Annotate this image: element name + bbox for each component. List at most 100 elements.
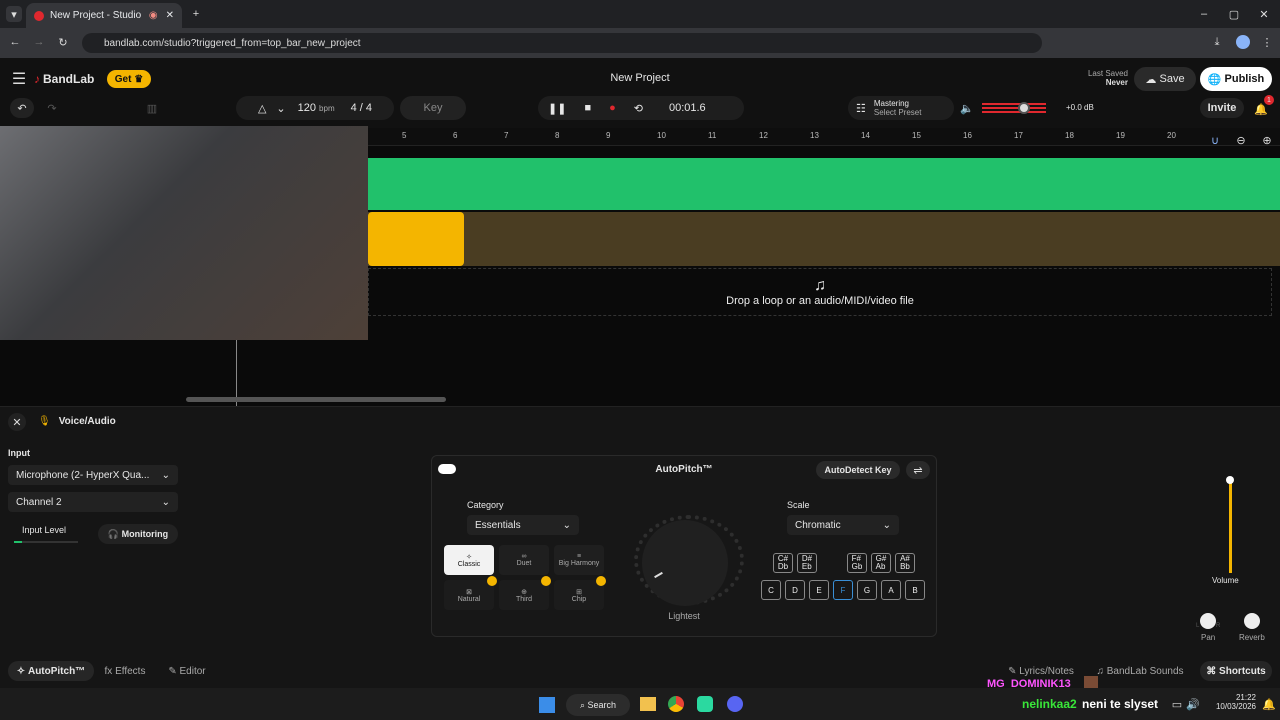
audio-clip-yellow[interactable] [368,212,464,266]
discord-icon[interactable] [727,696,743,712]
last-saved-label: Last Saved [1087,69,1128,78]
shortcuts-button[interactable]: ⌘ Shortcuts [1200,661,1272,681]
minimize-icon[interactable]: – [1196,6,1212,22]
network-icon[interactable]: ▭ [1170,697,1184,711]
scale-select[interactable]: Chromatic ⌄ [787,515,899,535]
url-field[interactable]: bandlab.com/studio?triggered_from=top_ba… [82,33,1042,53]
invite-button[interactable]: Invite [1200,98,1244,118]
preset-duet[interactable]: ∞ Duet [499,545,549,575]
bandlab-logo[interactable]: ♪ BandLab [34,72,94,86]
ruler-tick: 15 [912,131,921,140]
close-panel-icon[interactable]: ✕ [8,413,26,431]
pen-icon: ✎ [1008,665,1017,677]
key-a[interactable]: A [881,580,901,600]
menu-dots-icon[interactable]: ⋮ [1260,35,1274,49]
profile-avatar[interactable] [1236,35,1250,49]
timeline-ruler[interactable]: 5 6 7 8 9 10 11 12 13 14 15 16 17 18 19 20 [368,128,1280,146]
browser-tab[interactable]: New Project - Studio ◉ ✕ [26,3,182,28]
autopitch-toggle[interactable] [438,464,456,474]
correction-knob[interactable] [642,520,728,606]
zoom-out-icon[interactable]: ⊖ [1234,133,1248,147]
save-button[interactable]: ☁ Save [1134,67,1196,91]
reload-icon[interactable]: ↻ [56,35,70,49]
time-display: 00:01.6 [668,102,706,114]
magnet-icon[interactable]: ∪ [1208,133,1222,147]
metronome-icon[interactable]: △ [258,102,266,115]
chevron-down-icon[interactable]: ⌄ [276,102,285,115]
mastering-button[interactable]: ☷ Mastering Select Preset [848,96,954,120]
reverb-knob[interactable] [1244,613,1260,629]
project-title[interactable]: New Project [540,72,740,84]
taskbar-search[interactable]: ⌕ Search [566,694,630,716]
volume-fader[interactable] [1229,480,1232,573]
record-icon[interactable]: ● [609,102,616,114]
volume-fader-thumb[interactable] [1226,476,1234,484]
tab-editor[interactable]: ✎ Editor [162,661,212,681]
audio-track-lane[interactable] [368,212,1280,266]
key-a-sharp[interactable]: A# Bb [895,553,915,573]
preset-natural[interactable]: ⊠ Natural [444,580,494,610]
autodetect-key-button[interactable]: AutoDetect Key [816,461,900,479]
pan-knob[interactable] [1200,613,1216,629]
maximize-icon[interactable]: ▢ [1226,6,1242,22]
undo-icon[interactable]: ↶ [10,98,34,118]
back-icon[interactable]: ← [8,35,22,49]
preset-classic[interactable]: ✧ Classic [444,545,494,575]
forward-icon[interactable]: → [32,35,46,49]
time-signature[interactable]: 4 / 4 [351,102,372,114]
channel-select[interactable]: Channel 2 ⌄ [8,492,178,512]
drop-zone[interactable]: ♫ Drop a loop or an audio/MIDI/video fil… [368,268,1272,316]
app-icon[interactable] [697,696,713,712]
key-g[interactable]: G [857,580,877,600]
master-volume-slider[interactable] [982,102,1046,114]
loop-icon[interactable]: ⟲ [634,102,643,115]
key-f[interactable]: F [833,580,853,600]
key-g-sharp[interactable]: G# Ab [871,553,891,573]
key-f-sharp[interactable]: F# Gb [847,553,867,573]
redo-icon[interactable]: ↷ [40,98,64,118]
settings-sliders-icon[interactable]: ⇌ [906,461,930,479]
hamburger-menu-icon[interactable]: ☰ [10,71,28,88]
zoom-in-icon[interactable]: ⊕ [1260,133,1274,147]
horizontal-scrollbar[interactable] [186,397,446,402]
new-tab-icon[interactable]: + [188,6,204,22]
tab-autopitch[interactable]: ✧ AutoPitch™ [8,661,94,681]
monitoring-button[interactable]: 🎧 Monitoring [98,524,178,544]
preset-big-harmony[interactable]: ≡ Big Harmony [554,545,604,575]
music-note-add-icon: ♫ [814,277,826,294]
key-d-sharp[interactable]: D# Eb [797,553,817,573]
pause-icon[interactable]: ❚❚ [548,102,566,115]
audio-region-green[interactable] [368,158,1280,210]
chat-message: neni te slyset [1082,697,1159,711]
taskbar-search-label: Search [587,700,617,710]
get-membership-button[interactable]: Get ♛ [107,70,151,88]
key-button[interactable]: Key [400,96,466,120]
key-c[interactable]: C [761,580,781,600]
download-icon[interactable]: ⤓ [1210,35,1224,49]
volume-icon[interactable]: 🔊 [1186,697,1200,711]
pan-left-label: L [1196,623,1200,629]
clock[interactable]: 21:22 10/03/2026 [1206,693,1256,711]
category-select[interactable]: Essentials ⌄ [467,515,579,535]
input-device-select[interactable]: Microphone (2- HyperX Qua... ⌄ [8,465,178,485]
time-sig-den: 4 [365,102,373,114]
grid-icon[interactable]: ▥ [140,98,164,118]
bpm-value[interactable]: 120 [298,102,316,114]
file-explorer-icon[interactable] [640,697,656,711]
tab-effects[interactable]: fx Effects [100,661,150,681]
key-b[interactable]: B [905,580,925,600]
tab-search-icon[interactable]: ▾ [6,6,22,22]
key-d[interactable]: D [785,580,805,600]
key-c-sharp[interactable]: C# Db [773,553,793,573]
windows-start-icon[interactable] [539,697,555,713]
mute-icon[interactable]: 🔈 [960,101,974,115]
tab-close-icon[interactable]: ✕ [166,10,174,21]
key-e[interactable]: E [809,580,829,600]
stop-icon[interactable]: ■ [584,102,591,114]
tempo-control: △ ⌄ 120 bpm 4 / 4 [236,96,394,120]
chrome-icon[interactable] [668,696,684,712]
window-close-icon[interactable]: ✕ [1256,6,1272,22]
bandlab-sounds-button[interactable]: ♫ BandLab Sounds [1092,661,1188,681]
publish-button[interactable]: 🌐 Publish [1200,67,1272,91]
notifications-icon[interactable]: 🔔 [1262,697,1276,711]
